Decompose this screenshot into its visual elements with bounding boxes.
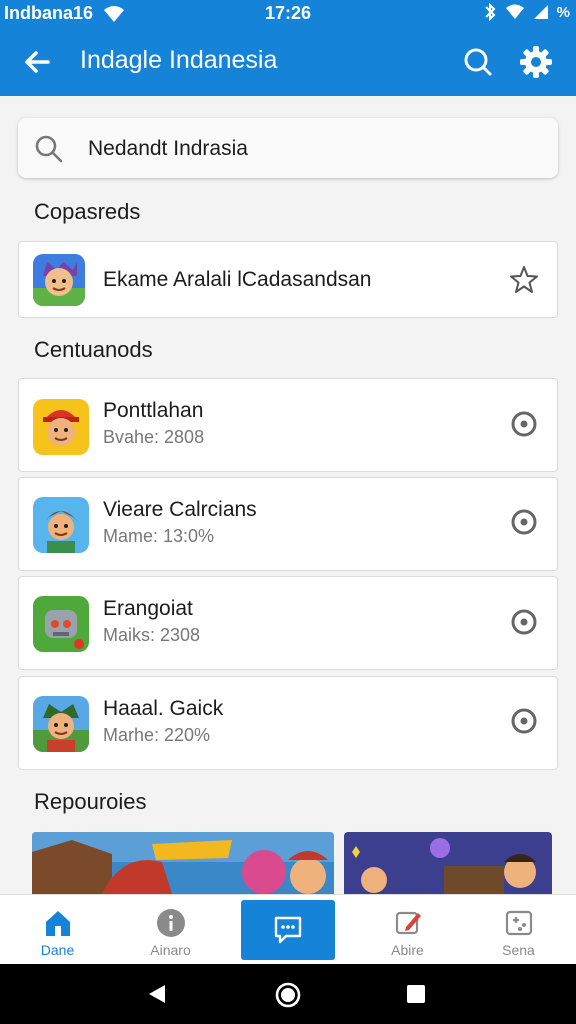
nav-item-label: Abire	[391, 942, 424, 958]
banner-image[interactable]	[344, 832, 552, 894]
gamepad-icon	[505, 910, 533, 936]
settings-button[interactable]	[516, 42, 556, 82]
gear-icon	[520, 46, 552, 78]
battery-icon: %	[556, 3, 570, 21]
radio-circle-icon[interactable]	[509, 706, 539, 736]
section-title-list: Centuanods	[34, 337, 153, 362]
featured-item-name: Ekame Aralali lCadasandsan	[103, 268, 372, 291]
banner-image[interactable]	[32, 832, 334, 894]
arrow-left-icon	[25, 51, 50, 73]
list-item-name: Ponttlahan	[103, 399, 204, 422]
list-item[interactable]: Haaal. Gaick Marhe: 220%	[18, 676, 558, 770]
search-icon	[464, 48, 492, 76]
bottom-navigation: Dane Ainaro Abire Sena	[0, 894, 576, 964]
status-bar: Indbana16 17:26 %	[0, 0, 576, 27]
chat-icon	[274, 916, 302, 944]
search-field[interactable]: Nedandt Indrasia	[18, 118, 558, 178]
list-item-name: Haaal. Gaick	[103, 697, 224, 720]
app-icon	[33, 399, 89, 455]
radio-circle-icon[interactable]	[509, 607, 539, 637]
nav-item-games[interactable]: Sena	[461, 895, 576, 965]
list-item[interactable]: Ponttlahan Bvahe: 2808	[18, 378, 558, 472]
app-bar: Indagle Indanesia	[0, 27, 576, 96]
section-title-bottom: Repouroies	[34, 789, 147, 814]
system-navigation-bar	[0, 964, 576, 1024]
section-title-featured: Copasreds	[34, 199, 141, 224]
nav-item-label: Sena	[502, 942, 535, 958]
signal-icon	[533, 5, 548, 19]
list-item-subtitle: Bvahe: 2808	[103, 427, 205, 447]
page-title: Indagle Indanesia	[80, 46, 278, 74]
featured-item[interactable]: Ekame Aralali lCadasandsan	[18, 241, 558, 318]
list-item-name: Erangoiat	[103, 597, 193, 620]
app-icon	[33, 497, 89, 553]
nav-item-label: Ainaro	[150, 942, 191, 958]
edit-icon	[395, 911, 421, 935]
app-icon	[33, 596, 89, 652]
nav-item-home[interactable]: Dane	[0, 895, 115, 965]
list-item-name: Vieare Calrcians	[103, 498, 257, 521]
system-home-icon[interactable]	[275, 982, 301, 1008]
search-button[interactable]	[458, 42, 498, 82]
search-input-value: Nedandt Indrasia	[88, 137, 248, 160]
nav-item-info[interactable]: Ainaro	[113, 895, 228, 965]
list-item-subtitle: Maiks: 2308	[103, 625, 201, 645]
radio-circle-icon[interactable]	[509, 507, 539, 537]
radio-circle-icon[interactable]	[509, 409, 539, 439]
list-item[interactable]: Vieare Calrcians Mame: 13:0%	[18, 477, 558, 571]
list-item-subtitle: Mame: 13:0%	[103, 526, 215, 546]
home-icon	[46, 911, 70, 936]
system-back-icon[interactable]	[146, 983, 168, 1005]
back-button[interactable]	[18, 43, 56, 81]
system-recents-icon[interactable]	[406, 984, 426, 1004]
bluetooth-icon	[484, 3, 496, 21]
list-item-subtitle: Marhe: 220%	[103, 725, 211, 745]
info-circle-icon	[157, 909, 185, 937]
star-outline-icon[interactable]	[509, 265, 539, 295]
list-item[interactable]: Erangoiat Maiks: 2308	[18, 576, 558, 670]
nav-item-edit[interactable]: Abire	[350, 895, 465, 965]
app-icon	[33, 696, 89, 752]
wifi-icon	[505, 4, 524, 19]
search-icon	[35, 135, 63, 163]
nav-item-label: Dane	[40, 942, 75, 958]
app-icon	[33, 254, 85, 306]
nav-item-chat[interactable]	[241, 900, 335, 960]
